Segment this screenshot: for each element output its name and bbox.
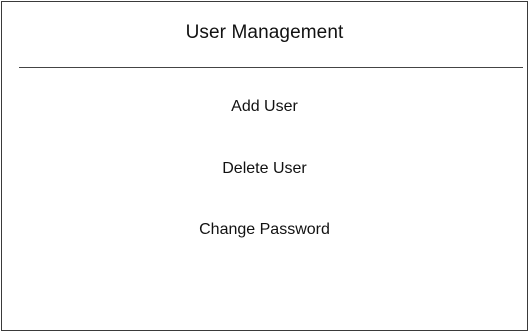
change-password-option[interactable]: Change Password [2, 219, 527, 241]
header-divider [19, 67, 523, 68]
change-password-label: Change Password [199, 221, 330, 238]
user-management-panel: User Management Add User Delete User Cha… [1, 1, 528, 331]
panel-header: User Management [2, 2, 527, 67]
panel-title: User Management [185, 21, 344, 43]
delete-user-option[interactable]: Delete User [2, 158, 527, 180]
delete-user-label: Delete User [222, 160, 307, 177]
add-user-label: Add User [231, 98, 298, 115]
add-user-option[interactable]: Add User [2, 96, 527, 118]
